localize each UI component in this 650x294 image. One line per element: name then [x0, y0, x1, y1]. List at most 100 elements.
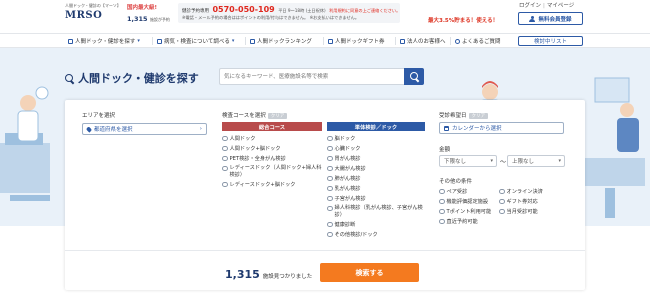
favorites-list-button[interactable]: 検討中リスト	[518, 36, 583, 46]
radio-icon	[327, 145, 333, 151]
option-gift[interactable]: ギフト券対応	[499, 197, 549, 205]
date-clear-button[interactable]: クリア	[468, 112, 489, 119]
exam-option[interactable]: 子宮がん検診	[327, 195, 425, 205]
single-exam-header: 単体検診／ドック	[327, 122, 425, 131]
radio-icon	[499, 208, 505, 214]
price-min-select[interactable]: 下限なし ▾	[439, 155, 497, 167]
price-max-select[interactable]: 上限なし ▾	[507, 155, 565, 167]
nav-item-corporate[interactable]: 法人のお客様へ	[400, 36, 446, 46]
person-icon	[529, 15, 536, 22]
option-certified[interactable]: 機能評価認定施設	[439, 197, 499, 205]
phone-note: ※電話・メール予約の場合ははポイントの利用/付与はできません。 ※お支払いはでき…	[182, 15, 360, 20]
phone-notice: 利用規約に同意の上ご連絡ください。	[329, 8, 401, 13]
course-option[interactable]: 人間ドック+脳ドック	[222, 145, 322, 155]
login-link[interactable]: ログイン	[519, 3, 541, 9]
phone-number[interactable]: 0570-050-109	[212, 5, 274, 14]
promo-banner[interactable]: 最大3.5%貯まる！使える！	[428, 16, 501, 121]
radio-icon	[222, 155, 228, 161]
radio-icon	[222, 165, 228, 171]
search-filter-card: エリアを選択 都道府県を選択 › 検査コースを選択 クリア 総合コース 単体検診／…	[65, 100, 585, 290]
radio-icon	[499, 188, 505, 194]
option-tpoint[interactable]: Tポイント利用可能	[439, 207, 499, 215]
price-range-tilde: ～	[500, 159, 507, 166]
keyword-search-input[interactable]	[219, 68, 404, 85]
exam-option[interactable]: その他検診/ドック	[327, 231, 425, 241]
result-count: 1,315 施設見つかりました	[225, 268, 312, 281]
radio-icon	[222, 181, 228, 187]
nav-item-faq[interactable]: よくあるご質問	[455, 36, 501, 46]
radio-icon	[327, 175, 333, 181]
map-pin-icon	[85, 125, 93, 133]
date-label: 受診希望日 クリア	[439, 111, 489, 119]
general-course-list: 人間ドック 人間ドック+脳ドック PET検診・全身がん検診 レディースドック（人…	[222, 135, 322, 191]
radio-icon	[327, 155, 333, 161]
radio-icon	[439, 208, 445, 214]
calendar-icon	[444, 125, 449, 131]
domestic-badge-text: 国内最大級!	[127, 5, 158, 11]
radio-icon	[327, 221, 333, 227]
course-clear-button[interactable]: クリア	[267, 112, 288, 119]
nav-item-diseases[interactable]: 病気・検査について調べる ▾	[157, 36, 234, 46]
mypage-link[interactable]: マイページ	[547, 3, 574, 9]
site-header: 人間ドック・健診の【マーソ】 MRSO 国内最大級! 1,315 施設が予約 健…	[0, 0, 650, 121]
exam-option[interactable]: 大腸がん検診	[327, 165, 425, 175]
radio-icon	[439, 188, 445, 194]
radio-icon	[327, 165, 333, 171]
exam-option[interactable]: 胃がん検診	[327, 155, 425, 165]
result-footer: 1,315 施設見つかりました 検索する	[65, 250, 585, 290]
other-conditions-label: その他の条件	[439, 179, 473, 185]
area-label: エリアを選択	[82, 113, 116, 119]
search-submit-button[interactable]	[404, 68, 424, 85]
register-button[interactable]: 無料会員登録	[518, 12, 583, 25]
option-online-payment[interactable]: オンライン決済	[499, 187, 549, 195]
course-option[interactable]: レディースドック（人間ドック+婦人科検診）	[222, 165, 322, 181]
search-icon	[65, 73, 74, 83]
logo[interactable]: 人間ドック・健診の【マーソ】 MRSO	[65, 3, 121, 22]
course-option[interactable]: PET検診・全身がん検診	[222, 155, 322, 165]
nav-item-ranking[interactable]: 人間ドックランキング	[250, 36, 312, 46]
gift-icon	[328, 38, 333, 44]
radio-icon	[222, 145, 228, 151]
building-icon	[400, 38, 405, 44]
domestic-badge: 国内最大級! 1,315 施設が予約	[127, 3, 173, 23]
hero-title: 人間ドック・健診を探す	[65, 70, 199, 86]
result-count-number: 1,315	[225, 268, 260, 281]
search-button[interactable]: 検索する	[320, 263, 419, 282]
crown-icon	[250, 38, 255, 44]
result-count-suffix: 施設見つかりました	[262, 274, 313, 280]
radio-icon	[439, 218, 445, 224]
prefecture-select[interactable]: 都道府県を選択 ›	[82, 123, 207, 135]
radio-icon	[327, 231, 333, 237]
medical-equipment-illustration	[585, 77, 645, 218]
option-this-month[interactable]: 当月受診可能	[499, 207, 549, 215]
logo-text: MRSO	[65, 10, 103, 21]
nav-item-gift[interactable]: 人間ドックギフト券	[328, 36, 385, 46]
phone-hours: 平日 9～18時 (土日祝休)	[278, 8, 326, 13]
facility-count: 1,315 施設が予約	[127, 15, 170, 23]
date-select[interactable]: カレンダーから選択	[439, 122, 564, 134]
exam-option[interactable]: 健康診断	[327, 221, 425, 231]
other-conditions-grid: ペア受診 オンライン決済 機能評価認定施設 ギフト券対応 Tポイント利用可能 当…	[439, 187, 549, 225]
global-nav: 人間ドック・健診を探す ▾ 病気・検査について調べる ▾ 人間ドックランキング 人間…	[0, 33, 650, 48]
book-icon	[157, 38, 162, 44]
exam-option[interactable]: 婦人科検診（乳がん検診、子宮がん検診）	[327, 205, 425, 221]
exam-option[interactable]: 脳ドック	[327, 135, 425, 145]
option-recent[interactable]: 直近予約可能	[439, 217, 499, 225]
exam-option[interactable]: 心臓ドック	[327, 145, 425, 155]
radio-icon	[222, 135, 228, 141]
exam-option[interactable]: 肺がん検診	[327, 175, 425, 185]
exam-option[interactable]: 乳がん検診	[327, 185, 425, 195]
nav-item-search-dock[interactable]: 人間ドック・健診を探す ▾	[68, 36, 140, 46]
course-label: 検査コースを選択 クリア	[222, 111, 288, 119]
price-label: 金額	[439, 147, 451, 153]
question-icon	[455, 38, 460, 44]
option-pair[interactable]: ペア受診	[439, 187, 499, 195]
radio-icon	[327, 205, 333, 211]
radio-icon	[327, 185, 333, 191]
course-option[interactable]: 人間ドック	[222, 135, 322, 145]
radio-icon	[327, 195, 333, 201]
search-icon	[409, 72, 419, 81]
radio-icon	[327, 135, 333, 141]
reception-illustration	[0, 86, 50, 201]
course-option[interactable]: レディースドック+脳ドック	[222, 181, 322, 191]
